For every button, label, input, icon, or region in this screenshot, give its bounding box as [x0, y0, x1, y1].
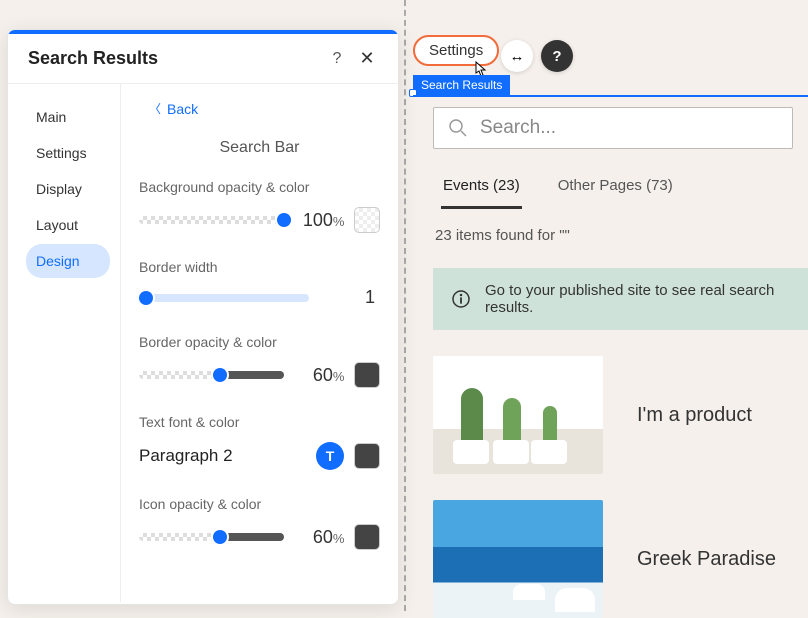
nav-item-main[interactable]: Main: [26, 100, 110, 134]
back-button[interactable]: 〈 Back: [139, 96, 208, 121]
opacity-slider[interactable]: [139, 216, 284, 224]
font-picker-button[interactable]: T: [316, 442, 344, 470]
preview-notice: Go to your published site to see real se…: [433, 268, 808, 330]
element-label: Search Results: [413, 75, 510, 95]
tab-events[interactable]: Events (23): [441, 167, 522, 209]
opacity-unit: %: [333, 369, 345, 384]
result-thumbnail: [433, 356, 603, 474]
control-border-opacity: Border opacity & color 60%: [139, 334, 380, 388]
result-thumbnail: [433, 500, 603, 618]
results-count-message: 23 items found for "": [433, 227, 808, 244]
control-label: Border width: [139, 259, 380, 275]
color-swatch[interactable]: [354, 362, 380, 388]
help-button[interactable]: ?: [541, 40, 573, 72]
opacity-slider[interactable]: [139, 533, 284, 541]
search-input[interactable]: Search...: [433, 107, 793, 149]
nav-item-design[interactable]: Design: [26, 244, 110, 278]
notice-text: Go to your published site to see real se…: [485, 282, 790, 316]
nav-item-layout[interactable]: Layout: [26, 208, 110, 242]
control-label: Text font & color: [139, 414, 380, 430]
search-results-component[interactable]: Search... Events (23) Other Pages (73) 2…: [413, 95, 808, 618]
results-tabs: Events (23) Other Pages (73): [433, 167, 808, 209]
opacity-value: 100: [303, 210, 333, 230]
close-icon[interactable]: ✕: [356, 48, 378, 69]
color-swatch[interactable]: [354, 443, 380, 469]
width-slider[interactable]: [139, 294, 309, 302]
control-icon-opacity: Icon opacity & color 60%: [139, 496, 380, 550]
chevron-left-icon: 〈: [149, 100, 161, 117]
opacity-value: 60: [313, 365, 333, 385]
width-value: 1: [365, 287, 375, 307]
tab-other-pages[interactable]: Other Pages (73): [556, 167, 675, 209]
control-text-font: Text font & color Paragraph 2 T: [139, 414, 380, 470]
section-title: Search Bar: [139, 139, 380, 157]
search-icon: [448, 118, 468, 138]
panel-header: Search Results ? ✕: [8, 34, 398, 84]
canvas-divider: [404, 0, 406, 611]
panel-title: Search Results: [28, 48, 326, 69]
opacity-slider[interactable]: [139, 371, 284, 379]
control-label: Background opacity & color: [139, 179, 380, 195]
search-placeholder: Search...: [480, 117, 556, 139]
nav-item-settings[interactable]: Settings: [26, 136, 110, 170]
editor-canvas: Settings ↔ ? Search Results Search... Ev…: [413, 35, 808, 611]
color-swatch[interactable]: [354, 524, 380, 550]
nav-item-display[interactable]: Display: [26, 172, 110, 206]
control-border-width: Border width 1: [139, 259, 380, 308]
color-swatch[interactable]: [354, 207, 380, 233]
panel-help-icon[interactable]: ?: [326, 50, 348, 68]
panel-nav: Main Settings Display Layout Design: [8, 84, 120, 602]
back-label: Back: [167, 101, 198, 117]
stretch-button[interactable]: ↔: [501, 40, 533, 72]
opacity-unit: %: [333, 214, 345, 229]
result-title: I'm a product: [637, 404, 752, 427]
panel-main: 〈 Back Search Bar Background opacity & c…: [120, 84, 398, 602]
settings-panel: Search Results ? ✕ Main Settings Display…: [7, 29, 399, 605]
result-item[interactable]: Greek Paradise: [433, 500, 808, 618]
result-title: Greek Paradise: [637, 548, 776, 571]
settings-button[interactable]: Settings: [413, 35, 499, 66]
info-icon: [451, 289, 471, 309]
font-name: Paragraph 2: [139, 446, 306, 466]
opacity-unit: %: [333, 531, 345, 546]
control-label: Icon opacity & color: [139, 496, 380, 512]
result-item[interactable]: I'm a product: [433, 356, 808, 474]
control-bg-opacity: Background opacity & color 100%: [139, 179, 380, 233]
stretch-icon: ↔: [510, 48, 525, 65]
opacity-value: 60: [313, 527, 333, 547]
help-icon: ?: [552, 48, 561, 65]
control-label: Border opacity & color: [139, 334, 380, 350]
